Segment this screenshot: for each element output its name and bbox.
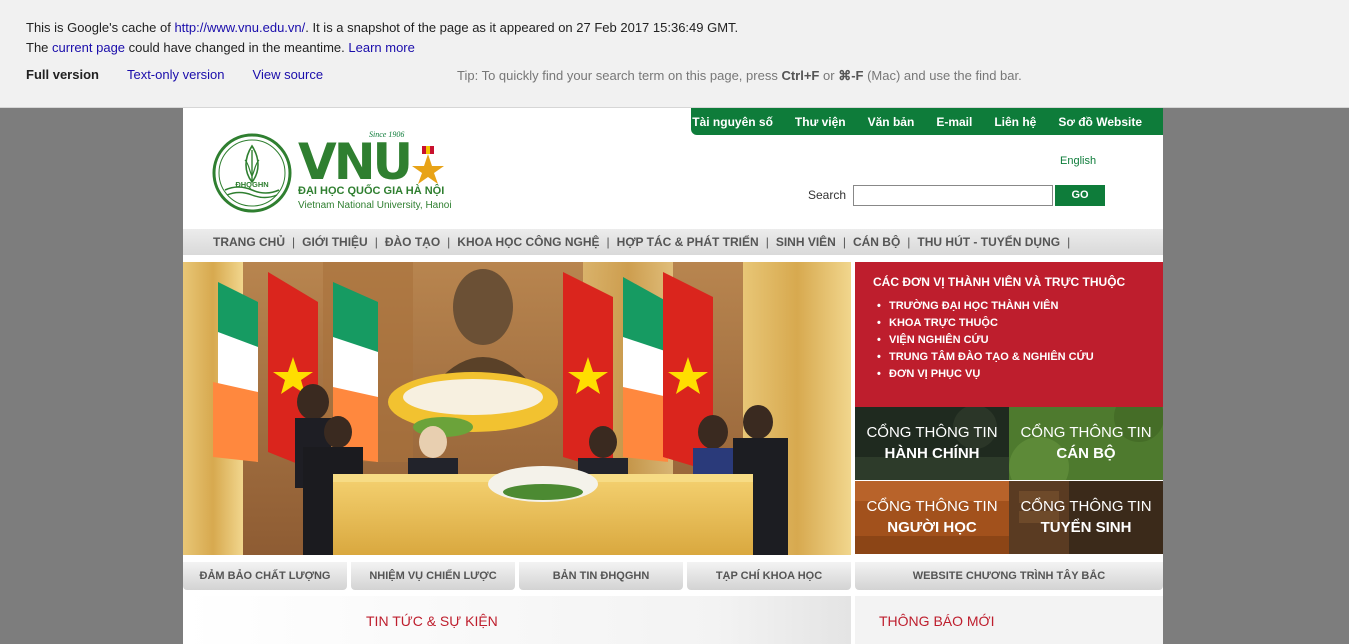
tab-northwest-program-website[interactable]: WEBSITE CHƯƠNG TRÌNH TÂY BẮC <box>855 562 1163 590</box>
logo-name-english: Vietnam National University, Hanoi <box>298 200 452 211</box>
nav-separator: | <box>765 235 769 249</box>
portal-learners[interactable]: CỔNG THÔNG TIN NGƯỜI HỌC <box>855 481 1009 554</box>
vnu-page: Tài nguyên số Thư viện Văn bản E-mail Li… <box>183 108 1163 644</box>
tab-science-journal[interactable]: TẠP CHÍ KHOA HỌC <box>687 562 851 590</box>
vnu-emblem-icon[interactable]: ĐHQGHN <box>211 132 293 214</box>
portal-staff[interactable]: CỔNG THÔNG TIN CÁN BỘ <box>1009 407 1163 480</box>
cache-info-line: This is Google's cache of http://www.vnu… <box>26 20 738 35</box>
cache-note-line: The current page could have changed in t… <box>26 40 415 55</box>
portal-admission-line1: CỔNG THÔNG TIN <box>1020 497 1152 515</box>
view-source-link[interactable]: View source <box>253 67 324 82</box>
tip-suffix: (Mac) and use the find bar. <box>867 68 1022 83</box>
search-input[interactable] <box>853 185 1053 206</box>
new-notices-title[interactable]: THÔNG BÁO MỚI <box>879 613 994 629</box>
nav-separator: | <box>447 235 451 249</box>
cache-snapshot-text: . It is a snapshot of the page as it app… <box>305 20 739 35</box>
tip-key-ctrl-f: Ctrl+F <box>781 68 820 83</box>
portal-learner-line2: NGƯỜI HỌC <box>887 518 977 536</box>
nav-students[interactable]: SINH VIÊN <box>776 235 836 249</box>
gold-star-medal-icon <box>412 146 444 184</box>
language-english-link[interactable]: English <box>1060 155 1096 167</box>
nav-separator: | <box>842 235 846 249</box>
search-label: Search <box>808 188 847 202</box>
top-link-documents[interactable]: Văn bản <box>868 115 915 129</box>
member-units-panel: CÁC ĐƠN VỊ THÀNH VIÊN VÀ TRỰC THUỘC TRƯỜ… <box>855 262 1163 407</box>
tip-text: Tip: To quickly find your search term on… <box>457 68 778 83</box>
main-navigation: TRANG CHỦ | GIỚI THIỆU | ĐÀO TẠO | KHOA HỌC… <box>183 229 1163 255</box>
member-units-list: TRƯỜNG ĐẠI HỌC THÀNH VIÊN KHOA TRỰC THUỘ… <box>873 298 1163 383</box>
nav-separator: | <box>374 235 378 249</box>
news-events-title[interactable]: TIN TỨC & SỰ KIỆN <box>366 613 498 629</box>
nav-education[interactable]: ĐÀO TẠO <box>385 235 440 249</box>
nav-cooperation[interactable]: HỢP TÁC & PHÁT TRIỂN <box>617 235 759 249</box>
cache-tip: Tip: To quickly find your search term on… <box>457 68 1022 84</box>
nav-recruitment[interactable]: THU HÚT - TUYỂN DỤNG <box>917 235 1060 249</box>
signing-ceremony-image <box>183 262 851 555</box>
current-page-link[interactable]: current page <box>52 40 125 55</box>
nav-about[interactable]: GIỚI THIỆU <box>302 235 368 249</box>
unit-link-member-universities[interactable]: TRƯỜNG ĐẠI HỌC THÀNH VIÊN <box>877 298 1163 315</box>
top-link-digital-resources[interactable]: Tài nguyên số <box>692 115 773 129</box>
top-link-library[interactable]: Thư viện <box>795 115 846 129</box>
new-notices-section: THÔNG BÁO MỚI <box>855 596 1163 644</box>
unit-link-training-research-centers[interactable]: TRUNG TÂM ĐÀO TẠO & NGHIÊN CỨU <box>877 349 1163 366</box>
emblem-text: ĐHQGHN <box>235 180 268 189</box>
tab-strategic-mission[interactable]: NHIỆM VỤ CHIẾN LƯỢC <box>351 562 515 590</box>
nav-staff[interactable]: CÁN BỘ <box>853 235 900 249</box>
nav-separator: | <box>907 235 911 249</box>
cache-note-middle: could have changed in the meantime. <box>128 40 345 55</box>
nav-separator: | <box>1067 235 1071 249</box>
portal-admissions[interactable]: CỔNG THÔNG TIN TUYỂN SINH <box>1009 481 1163 554</box>
logo-name-vietnamese: ĐẠI HỌC QUỐC GIA HÀ NỘI <box>298 185 445 197</box>
unit-link-research-institutes[interactable]: VIỆN NGHIÊN CỨU <box>877 332 1163 349</box>
top-link-contact[interactable]: Liên hệ <box>994 115 1036 129</box>
portal-learner-line1: CỔNG THÔNG TIN <box>866 497 998 515</box>
portal-staff-line2: CÁN BỘ <box>1056 444 1116 462</box>
portal-admission-line2: TUYỂN SINH <box>1040 518 1132 536</box>
hero-banner-photo[interactable] <box>183 262 851 555</box>
tip-or: or <box>823 68 835 83</box>
cached-url-link[interactable]: http://www.vnu.edu.vn/ <box>174 20 305 35</box>
cache-version-links: Full version Text-only version View sour… <box>26 67 323 82</box>
portal-administration[interactable]: CỔNG THÔNG TIN HÀNH CHÍNH <box>855 407 1009 480</box>
text-only-version-link[interactable]: Text-only version <box>127 67 225 82</box>
news-events-section: TIN TỨC & SỰ KIỆN <box>183 596 851 644</box>
nav-separator: | <box>606 235 610 249</box>
logo-brand[interactable]: VNU <box>298 133 413 191</box>
unit-link-faculties[interactable]: KHOA TRỰC THUỘC <box>877 315 1163 332</box>
cache-note-prefix: The <box>26 40 49 55</box>
nav-science-technology[interactable]: KHOA HỌC CÔNG NGHỆ <box>457 235 599 249</box>
member-units-title: CÁC ĐƠN VỊ THÀNH VIÊN VÀ TRỰC THUỘC <box>873 275 1126 289</box>
top-link-email[interactable]: E-mail <box>936 115 972 129</box>
tab-quality-assurance[interactable]: ĐẢM BẢO CHẤT LƯỢNG <box>183 562 347 590</box>
portal-admin-line2: HÀNH CHÍNH <box>884 444 980 462</box>
portal-staff-line1: CỔNG THÔNG TIN <box>1020 423 1152 441</box>
nav-separator: | <box>292 235 296 249</box>
tab-vnu-bulletin[interactable]: BẢN TIN ĐHQGHN <box>519 562 683 590</box>
google-cache-header: This is Google's cache of http://www.vnu… <box>0 0 1349 108</box>
top-link-sitemap[interactable]: Sơ đồ Website <box>1058 115 1142 129</box>
search-go-button[interactable]: GO <box>1055 185 1105 206</box>
full-version-label: Full version <box>26 67 99 82</box>
top-utility-links: Tài nguyên số Thư viện Văn bản E-mail Li… <box>691 108 1163 135</box>
portal-admin-line1: CỔNG THÔNG TIN <box>866 423 998 441</box>
learn-more-link[interactable]: Learn more <box>348 40 414 55</box>
unit-link-service-units[interactable]: ĐƠN VỊ PHỤC VỤ <box>877 366 1163 383</box>
tip-key-cmd-f: ⌘-F <box>838 68 864 83</box>
nav-home[interactable]: TRANG CHỦ <box>213 235 285 249</box>
cache-prefix-text: This is Google's cache of <box>26 20 171 35</box>
